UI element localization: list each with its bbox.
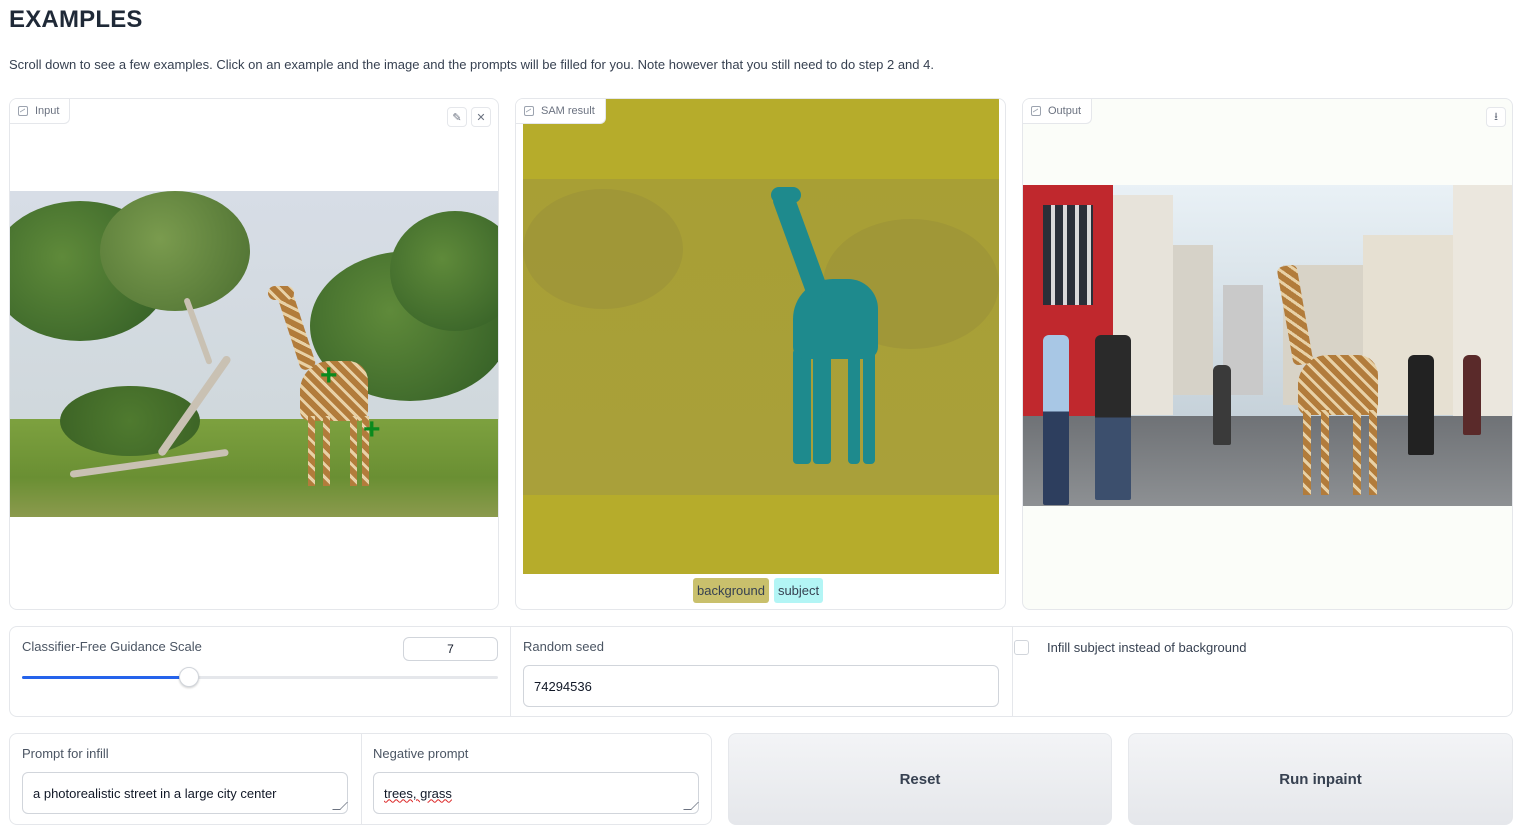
infill-subject-label[interactable]: Infill subject instead of background <box>1047 640 1246 655</box>
download-icon: ⭳ <box>1494 110 1498 123</box>
infill-subject-checkbox[interactable] <box>1014 640 1029 655</box>
input-image[interactable]: + + <box>10 191 498 517</box>
negative-prompt-value: trees, grass <box>384 785 452 801</box>
infill-prompt-value: a photorealistic street in a large city … <box>33 785 277 801</box>
seed-value: 74294536 <box>534 678 592 694</box>
negative-prompt-label: Negative prompt <box>373 746 469 761</box>
pencil-icon: ✎ <box>452 111 462 124</box>
seed-input[interactable]: 74294536 <box>523 665 999 707</box>
guidance-slider-track[interactable] <box>22 676 498 679</box>
output-label: Output <box>1048 105 1082 117</box>
guidance-slider-fill <box>22 676 189 679</box>
input-label: Input <box>35 105 60 117</box>
legend-background: background <box>693 578 769 603</box>
prompts-block: Prompt for infill a photorealistic stree… <box>9 733 712 825</box>
infill-prompt-textarea[interactable]: a photorealistic street in a large city … <box>22 772 348 814</box>
point-marker: + <box>320 359 338 392</box>
input-label-tag: Input <box>10 99 71 124</box>
resize-handle[interactable] <box>332 802 348 810</box>
sam-label-tag: SAM result <box>516 99 606 124</box>
sam-result-image <box>523 99 999 574</box>
resize-handle[interactable] <box>683 802 699 810</box>
settings-row: Classifier-Free Guidance Scale 7 Random … <box>9 626 1513 717</box>
output-image-panel[interactable]: Output ⭳ <box>1022 98 1513 610</box>
reset-button[interactable]: Reset <box>728 733 1112 825</box>
clear-button[interactable]: ✕ <box>471 107 491 127</box>
section-description: Scroll down to see a few examples. Click… <box>9 57 934 72</box>
guidance-number-input[interactable]: 7 <box>403 637 498 661</box>
output-image <box>1023 185 1512 506</box>
close-icon: ✕ <box>476 111 486 124</box>
download-button[interactable]: ⭳ <box>1486 107 1506 127</box>
point-marker: + <box>363 413 381 446</box>
guidance-label: Classifier-Free Guidance Scale <box>22 639 202 654</box>
sam-label: SAM result <box>541 105 595 117</box>
section-heading: EXAMPLES <box>9 6 143 33</box>
sam-legend: background subject <box>693 578 824 603</box>
image-icon <box>1031 106 1041 116</box>
image-icon <box>524 106 534 116</box>
seed-label: Random seed <box>523 639 604 654</box>
guidance-slider-thumb[interactable] <box>178 667 199 687</box>
run-inpaint-button[interactable]: Run inpaint <box>1128 733 1513 825</box>
input-image-panel[interactable]: Input ✎ ✕ + + <box>9 98 499 610</box>
legend-subject: subject <box>773 578 824 603</box>
edit-button[interactable]: ✎ <box>447 107 467 127</box>
image-icon <box>18 106 28 116</box>
infill-prompt-label: Prompt for infill <box>22 746 109 761</box>
output-label-tag: Output <box>1023 99 1093 124</box>
sam-result-panel[interactable]: SAM result <box>515 98 1006 610</box>
negative-prompt-textarea[interactable]: trees, grass <box>373 772 699 814</box>
